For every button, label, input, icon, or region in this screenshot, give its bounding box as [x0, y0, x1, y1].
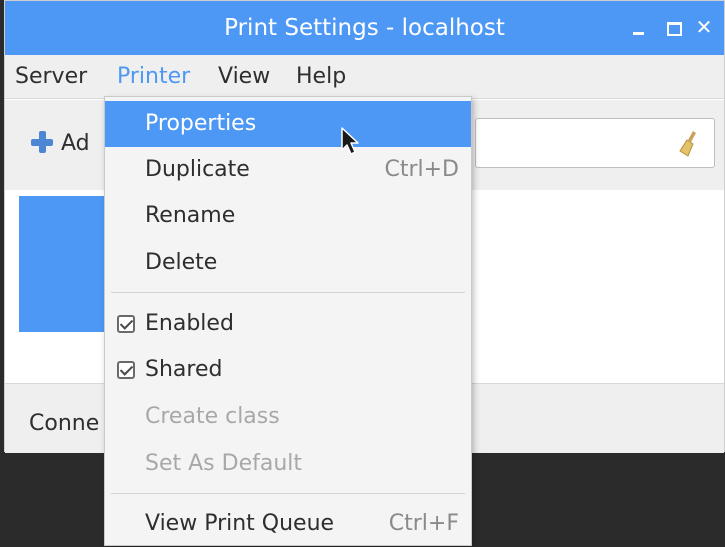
add-button[interactable]: Ad [31, 124, 90, 164]
menu-help[interactable]: Help [296, 55, 346, 99]
menu-item-set-as-default: Set As Default [105, 441, 471, 487]
menu-item-label: Enabled [145, 311, 234, 336]
menu-bar: Server Printer View Help [5, 55, 724, 99]
menu-item-label: Rename [145, 203, 236, 228]
menu-item-delete[interactable]: Delete [105, 240, 471, 286]
menu-item-label: Properties [145, 111, 257, 136]
menu-item-enabled[interactable]: Enabled [105, 301, 471, 347]
menu-item-duplicate[interactable]: Duplicate Ctrl+D [105, 147, 471, 193]
menu-item-rename[interactable]: Rename [105, 193, 471, 239]
clear-broom-icon[interactable] [678, 129, 700, 157]
menu-item-label: View Print Queue [145, 511, 335, 536]
checkbox-checked-icon [117, 361, 135, 379]
menu-separator [111, 292, 465, 293]
printer-menu-dropdown: Properties Duplicate Ctrl+D Rename Delet… [104, 96, 472, 546]
menu-item-label: Shared [145, 357, 223, 382]
window-title: Print Settings - localhost [224, 15, 505, 41]
menu-item-shared[interactable]: Shared [105, 347, 471, 393]
status-text: Conne [29, 411, 100, 436]
menu-item-create-class: Create class [105, 394, 471, 440]
menu-item-view-print-queue[interactable]: View Print Queue Ctrl+F [105, 501, 471, 547]
menu-item-label: Duplicate [145, 157, 250, 182]
menu-printer[interactable]: Printer [117, 55, 190, 99]
shortcut-label: Ctrl+D [384, 157, 459, 182]
checkbox-checked-icon [117, 315, 135, 333]
add-icon [31, 131, 53, 153]
shortcut-label: Ctrl+F [388, 511, 459, 536]
mouse-pointer-icon [341, 127, 359, 155]
menu-item-label: Delete [145, 250, 218, 275]
menu-item-label: Set As Default [145, 451, 303, 476]
title-bar[interactable]: Print Settings - localhost ✕ [5, 1, 724, 55]
maximize-button[interactable] [660, 15, 684, 39]
menu-item-label: Create class [145, 404, 280, 429]
menu-separator [111, 493, 465, 494]
add-button-label: Ad [61, 131, 90, 156]
menu-server[interactable]: Server [15, 55, 87, 99]
filter-input[interactable] [475, 118, 715, 168]
minimize-button[interactable] [626, 15, 650, 39]
menu-item-properties[interactable]: Properties [105, 101, 471, 147]
close-button[interactable]: ✕ [692, 15, 716, 39]
menu-view[interactable]: View [218, 55, 270, 99]
